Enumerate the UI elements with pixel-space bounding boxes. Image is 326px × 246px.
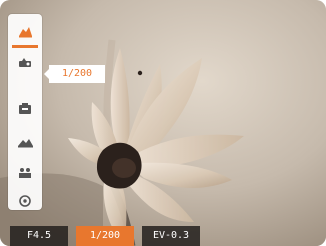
settings-mode-icon: [15, 192, 35, 210]
sidebar-item-portrait[interactable]: [8, 162, 42, 184]
shutter-tooltip: 1/200: [44, 65, 105, 83]
camera-status-bar: F4.5 1/200 EV-0.3: [0, 226, 326, 246]
landscape-mode-icon: [15, 132, 35, 150]
aperture-value: F4.5: [10, 226, 68, 246]
mode-sidebar: [8, 14, 42, 210]
portrait-mode-icon: [15, 164, 35, 182]
sidebar-item-settings[interactable]: [8, 190, 42, 212]
sidebar-item-landscape[interactable]: [8, 130, 42, 152]
shutter-speed-value[interactable]: 1/200: [76, 226, 134, 246]
exposure-value: EV-0.3: [142, 226, 200, 246]
sidebar-item-scene[interactable]: [8, 20, 42, 48]
timer-mode-icon: [15, 100, 35, 118]
sidebar-item-flash[interactable]: [8, 52, 42, 74]
flower-preview-image: [0, 0, 326, 246]
flash-mode-icon: [15, 54, 35, 72]
camera-viewfinder: 1/200 F4.5 1/200 EV-0.3: [0, 0, 326, 246]
shutter-tooltip-text: 1/200: [61, 68, 93, 79]
sidebar-item-timer[interactable]: [8, 98, 42, 120]
scene-mode-icon: [15, 22, 35, 40]
